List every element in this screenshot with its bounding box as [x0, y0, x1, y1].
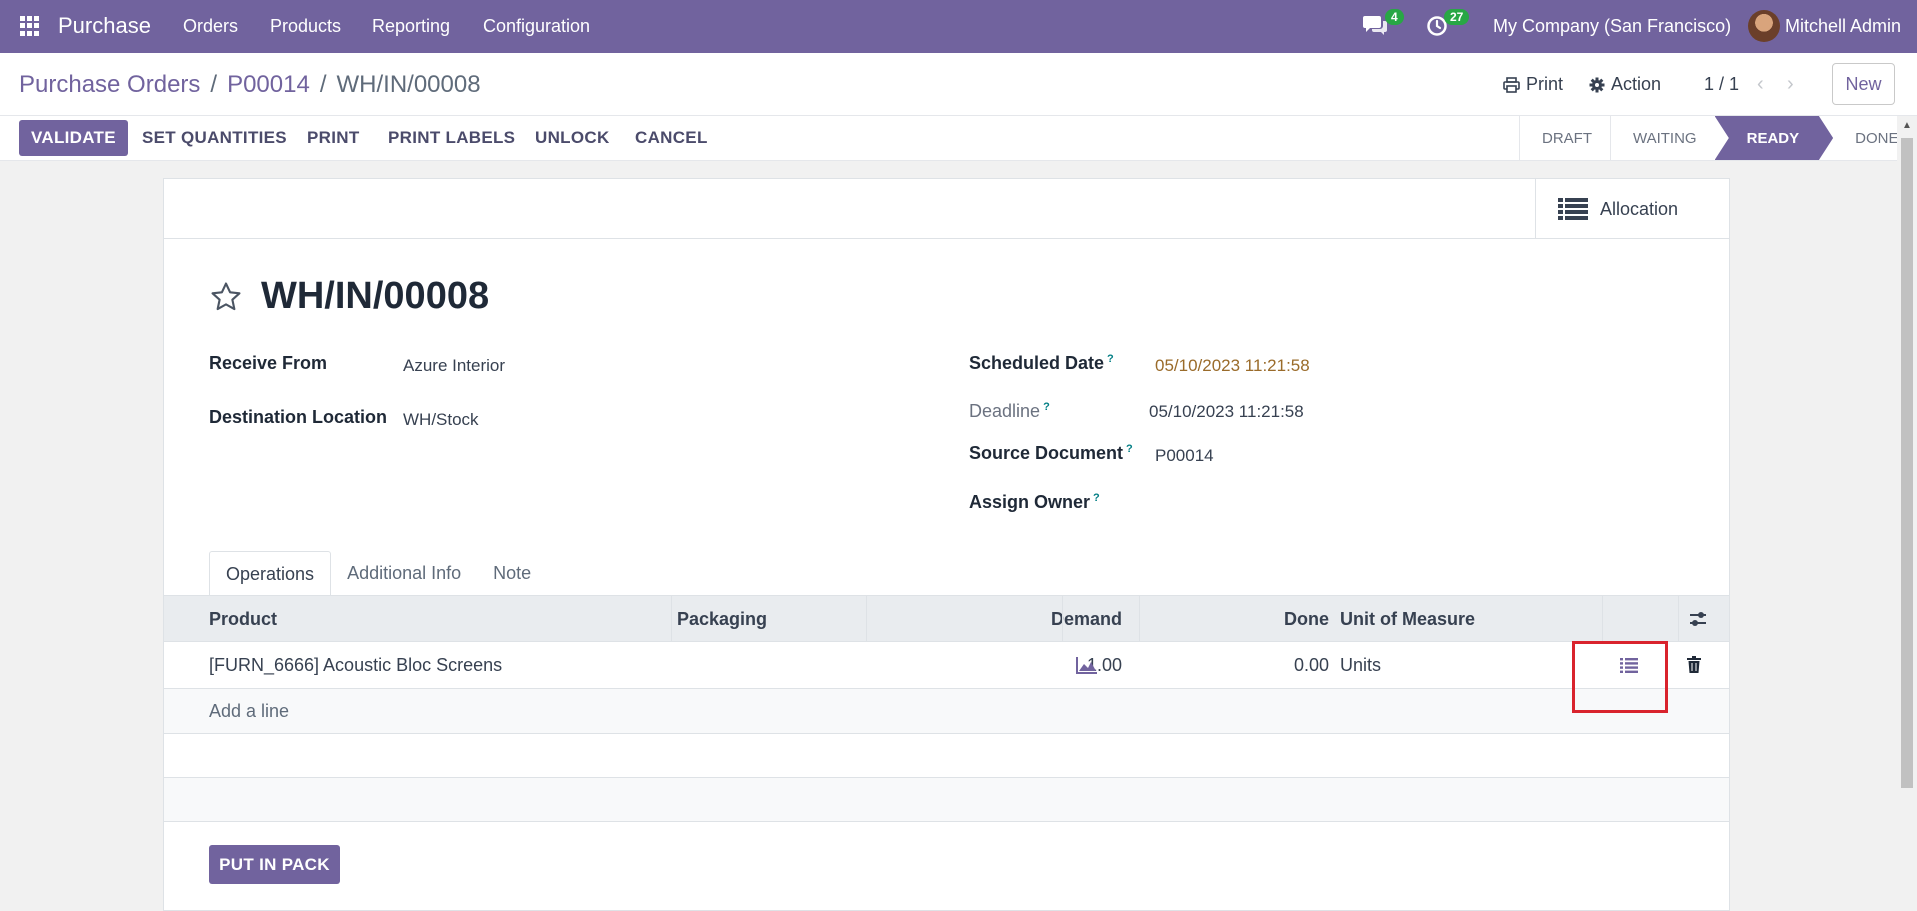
trash-icon[interactable] [1687, 656, 1701, 673]
gear-icon [1589, 77, 1605, 92]
print-labels-button[interactable]: PRINT LABELS [376, 120, 527, 156]
scheduled-date-field[interactable]: 05/10/2023 11:21:58 [1155, 356, 1310, 376]
allocation-label: Allocation [1600, 198, 1679, 219]
smart-button-box: Allocation [164, 179, 1729, 239]
print-label: Print [1526, 74, 1564, 94]
cell-product[interactable]: [FURN_6666] Acoustic Bloc Screens [209, 655, 502, 676]
pager-value[interactable]: 1 / 1 [1704, 74, 1739, 95]
add-line-link[interactable]: Add a line [209, 701, 289, 722]
status-bar: VALIDATE SET QUANTITIES PRINT PRINT LABE… [0, 116, 1917, 161]
breadcrumb-current: WH/IN/00008 [336, 71, 481, 98]
control-panel: Purchase Orders / P00014 / WH/IN/00008 P… [0, 53, 1917, 116]
source-document-label: Source Document? [969, 443, 1133, 464]
tab-additional-info[interactable]: Additional Info [331, 551, 477, 597]
breadcrumb: Purchase Orders / P00014 / WH/IN/00008 [19, 71, 481, 99]
stage-draft[interactable]: DRAFT [1519, 116, 1610, 160]
receive-from-field[interactable]: Azure Interior [403, 356, 505, 376]
tab-note[interactable]: Note [477, 551, 547, 597]
table-row[interactable]: [FURN_6666] Acoustic Bloc Screens 1.00 0… [164, 642, 1729, 689]
menu-configuration[interactable]: Configuration [483, 16, 590, 37]
header-product[interactable]: Product [209, 609, 277, 630]
record-title-row: WH/IN/00008 [209, 275, 489, 318]
page-scrollbar[interactable]: ▲ [1897, 116, 1917, 911]
tab-operations[interactable]: Operations [209, 551, 332, 597]
breadcrumb-separator: / [210, 71, 218, 98]
assign-owner-text: Assign Owner [969, 492, 1091, 512]
set-quantities-button[interactable]: SET QUANTITIES [130, 120, 299, 156]
deadline-label: Deadline? [969, 401, 1050, 422]
help-icon[interactable]: ? [1107, 353, 1114, 365]
messages-badge: 4 [1385, 9, 1404, 25]
breadcrumb-purchase-orders[interactable]: Purchase Orders [19, 71, 200, 99]
column-separator [671, 596, 672, 641]
list-icon [1558, 198, 1588, 220]
column-separator [1602, 596, 1603, 641]
star-icon[interactable] [209, 280, 243, 314]
breadcrumb-order[interactable]: P00014 [227, 71, 310, 99]
scheduled-date-label: Scheduled Date? [969, 353, 1114, 374]
header-done[interactable]: Done [1284, 609, 1329, 630]
top-navbar: Purchase Orders Products Reporting Confi… [0, 0, 1917, 53]
scroll-up-icon[interactable]: ▲ [1902, 120, 1912, 131]
cancel-button[interactable]: CANCEL [623, 120, 720, 156]
company-switcher[interactable]: My Company (San Francisco) [1493, 16, 1731, 37]
deadline-field[interactable]: 05/10/2023 11:21:58 [1149, 402, 1304, 422]
validate-button[interactable]: VALIDATE [19, 120, 128, 156]
help-icon[interactable]: ? [1126, 443, 1133, 455]
print-button[interactable]: Print [1503, 74, 1563, 95]
app-name[interactable]: Purchase [58, 13, 151, 39]
user-menu[interactable]: Mitchell Admin [1785, 16, 1901, 37]
notebook-tabs: Operations Additional Info Note [209, 551, 547, 597]
app-menu-icon[interactable] [20, 16, 40, 36]
allocation-button[interactable]: Allocation [1535, 179, 1729, 239]
menu-orders[interactable]: Orders [183, 16, 238, 37]
column-separator [1062, 596, 1063, 641]
empty-row [164, 734, 1729, 778]
add-line-row: Add a line [164, 689, 1729, 734]
column-separator [866, 596, 867, 641]
deadline-text: Deadline [969, 401, 1041, 421]
record-title: WH/IN/00008 [261, 275, 490, 317]
stage-ready[interactable]: READY [1714, 116, 1834, 160]
scroll-thumb[interactable] [1901, 138, 1913, 788]
optional-columns-icon[interactable] [1688, 609, 1708, 629]
receive-from-label: Receive From [209, 353, 328, 373]
breadcrumb-separator: / [319, 71, 327, 98]
column-separator [1139, 596, 1140, 641]
forecast-chart-icon[interactable] [1076, 656, 1098, 674]
print-op-button[interactable]: PRINT [295, 120, 372, 156]
form-sheet: Allocation WH/IN/00008 Receive From Azur… [163, 178, 1730, 911]
table-header: Product Packaging Demand Done Unit of Me… [164, 595, 1729, 642]
pager-previous-icon[interactable]: ‹ [1757, 73, 1764, 96]
source-document-field[interactable]: P00014 [1155, 446, 1214, 466]
help-icon[interactable]: ? [1093, 492, 1100, 504]
user-avatar[interactable] [1748, 10, 1780, 42]
unlock-button[interactable]: UNLOCK [523, 120, 622, 156]
help-icon[interactable]: ? [1043, 401, 1050, 413]
destination-label: Destination Location [209, 407, 388, 427]
cell-unit-of-measure[interactable]: Units [1340, 655, 1381, 676]
action-label: Action [1611, 74, 1662, 94]
action-button[interactable]: Action [1589, 74, 1661, 95]
status-pipeline: DRAFT WAITING READY DONE [1519, 116, 1916, 160]
printer-icon [1503, 76, 1520, 93]
source-document-text: Source Document [969, 443, 1124, 463]
header-unit-of-measure[interactable]: Unit of Measure [1340, 609, 1475, 630]
destination-field[interactable]: WH/Stock [403, 410, 479, 430]
assign-owner-label: Assign Owner? [969, 492, 1100, 513]
cell-done[interactable]: 0.00 [1294, 655, 1329, 676]
pager-next-icon[interactable]: › [1787, 73, 1794, 96]
menu-products[interactable]: Products [270, 16, 341, 37]
highlight-annotation [1572, 641, 1668, 713]
new-button[interactable]: New [1832, 63, 1895, 105]
column-separator [1678, 596, 1679, 641]
header-packaging[interactable]: Packaging [677, 609, 767, 630]
activities-badge: 27 [1444, 9, 1470, 25]
put-in-pack-button[interactable]: PUT IN PACK [209, 845, 340, 884]
scheduled-date-text: Scheduled Date [969, 353, 1105, 373]
menu-reporting[interactable]: Reporting [372, 16, 450, 37]
stage-waiting[interactable]: WAITING [1610, 116, 1715, 160]
empty-row [164, 778, 1729, 822]
